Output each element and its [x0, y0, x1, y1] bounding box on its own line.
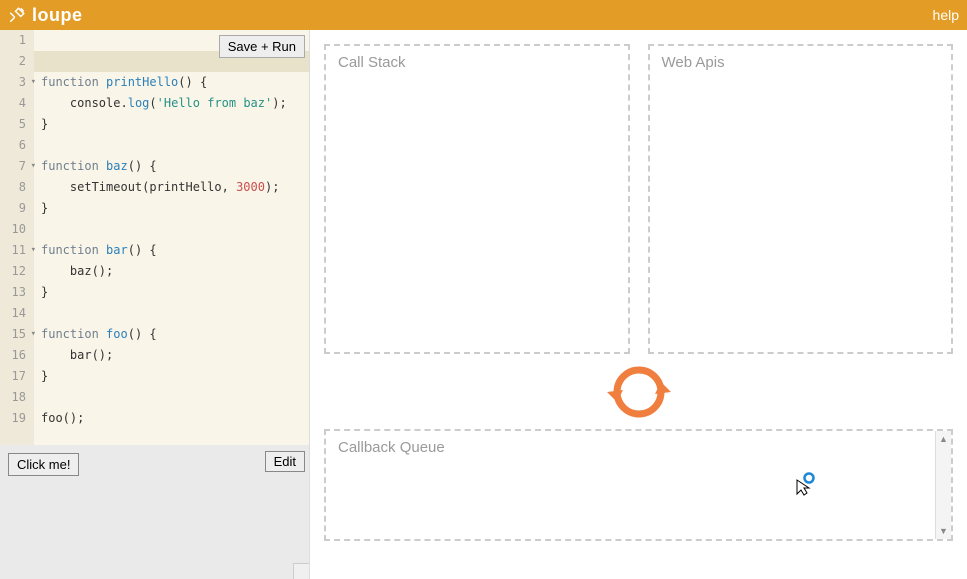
web-apis-title: Web Apis	[662, 54, 725, 71]
tools-icon	[8, 6, 26, 24]
gutter-line: 3▾	[0, 72, 34, 93]
call-stack-title: Call Stack	[338, 54, 406, 71]
gutter-line: 14	[0, 303, 34, 324]
web-apis-panel: Web Apis	[648, 44, 954, 354]
gutter-line: 9	[0, 198, 34, 219]
gutter-line: 10	[0, 219, 34, 240]
gutter-line: 6	[0, 135, 34, 156]
scroll-corner	[293, 563, 309, 579]
code-line[interactable]: function printHello() {	[34, 72, 309, 93]
editor-code[interactable]: function printHello() { console.log('Hel…	[34, 30, 309, 429]
code-line[interactable]: baz();	[34, 261, 309, 282]
help-link[interactable]: help	[933, 7, 959, 23]
code-line[interactable]: }	[34, 366, 309, 387]
code-line[interactable]	[34, 219, 309, 240]
code-line[interactable]: }	[34, 198, 309, 219]
gutter-line: 17	[0, 366, 34, 387]
save-run-button[interactable]: Save + Run	[219, 35, 305, 58]
gutter-line: 18	[0, 387, 34, 408]
event-loop-icon	[607, 364, 671, 420]
scrollbar[interactable]: ▲ ▼	[935, 431, 951, 539]
code-line[interactable]: foo();	[34, 408, 309, 429]
code-line[interactable]: function baz() {	[34, 156, 309, 177]
gutter-line: 8	[0, 177, 34, 198]
gutter-line: 16	[0, 345, 34, 366]
code-line[interactable]: function bar() {	[34, 240, 309, 261]
render-panel: Click me! Edit	[0, 445, 309, 579]
editor-gutter: 123▾4567▾891011▾12131415▾16171819	[0, 30, 34, 445]
scroll-down-icon[interactable]: ▼	[936, 523, 951, 539]
gutter-line: 2	[0, 51, 34, 72]
right-column: Call Stack Web Apis Callback Queue	[310, 30, 967, 579]
gutter-line: 13	[0, 282, 34, 303]
code-line[interactable]: }	[34, 114, 309, 135]
gutter-line: 7▾	[0, 156, 34, 177]
gutter-line: 11▾	[0, 240, 34, 261]
code-line[interactable]: bar();	[34, 345, 309, 366]
edit-button[interactable]: Edit	[265, 451, 305, 472]
gutter-line: 15▾	[0, 324, 34, 345]
code-editor[interactable]: Save + Run 123▾4567▾891011▾12131415▾1617…	[0, 30, 309, 445]
left-column: Save + Run 123▾4567▾891011▾12131415▾1617…	[0, 30, 310, 579]
code-line[interactable]: function foo() {	[34, 324, 309, 345]
code-line[interactable]: setTimeout(printHello, 3000);	[34, 177, 309, 198]
call-stack-panel: Call Stack	[324, 44, 630, 354]
click-me-button[interactable]: Click me!	[8, 453, 79, 476]
callback-queue-title: Callback Queue	[338, 439, 445, 456]
app-header: loupe help	[0, 0, 967, 30]
gutter-line: 4	[0, 93, 34, 114]
code-line[interactable]	[34, 135, 309, 156]
code-line[interactable]	[34, 303, 309, 324]
code-line[interactable]: console.log('Hello from baz');	[34, 93, 309, 114]
gutter-line: 1	[0, 30, 34, 51]
callback-queue-panel: Callback Queue ▲ ▼	[324, 429, 953, 541]
app-title: loupe	[32, 5, 83, 26]
gutter-line: 5	[0, 114, 34, 135]
code-line[interactable]	[34, 387, 309, 408]
gutter-line: 12	[0, 261, 34, 282]
code-line[interactable]: }	[34, 282, 309, 303]
scroll-up-icon[interactable]: ▲	[936, 431, 951, 447]
gutter-line: 19	[0, 408, 34, 429]
